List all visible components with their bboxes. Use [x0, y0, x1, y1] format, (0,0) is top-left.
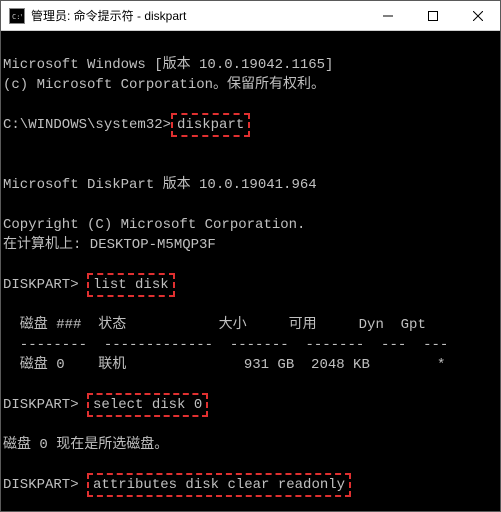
- maximize-button[interactable]: [410, 1, 455, 30]
- cmd-icon: C:\: [9, 8, 25, 24]
- titlebar[interactable]: C:\ 管理员: 命令提示符 - diskpart: [1, 1, 500, 31]
- prompt-text: DISKPART>: [3, 477, 87, 493]
- window-controls: [365, 1, 500, 30]
- table-header: 磁盘 ### 状态 大小 可用 Dyn Gpt: [3, 315, 498, 335]
- highlighted-command: select disk 0: [87, 393, 208, 417]
- highlighted-command: diskpart: [171, 113, 250, 137]
- console-line: 在计算机上: DESKTOP-M5MQP3F: [3, 235, 498, 255]
- prompt-text: DISKPART>: [3, 277, 87, 293]
- window-title: 管理员: 命令提示符 - diskpart: [31, 7, 365, 24]
- console-line: Copyright (C) Microsoft Corporation.: [3, 215, 498, 235]
- table-row: 磁盘 0 联机 931 GB 2048 KB *: [3, 355, 498, 375]
- prompt-text: C:\WINDOWS\system32>: [3, 117, 171, 133]
- console-line: DISKPART> list disk: [3, 275, 498, 295]
- console-line: Microsoft DiskPart 版本 10.0.19041.964: [3, 175, 498, 195]
- close-button[interactable]: [455, 1, 500, 30]
- console-line: DISKPART> select disk 0: [3, 395, 498, 415]
- table-divider: -------- ------------- ------- ------- -…: [3, 335, 498, 355]
- highlighted-command: list disk: [87, 273, 175, 297]
- console-line: DISKPART> attributes disk clear readonly: [3, 475, 498, 495]
- console-line: 磁盘 0 现在是所选磁盘。: [3, 435, 498, 455]
- svg-text:C:\: C:\: [12, 13, 22, 21]
- console-line: Microsoft Windows [版本 10.0.19042.1165]: [3, 55, 498, 75]
- console-output[interactable]: Microsoft Windows [版本 10.0.19042.1165](c…: [1, 31, 500, 511]
- cmd-window: C:\ 管理员: 命令提示符 - diskpart Microsoft Wind…: [0, 0, 501, 512]
- highlighted-command: attributes disk clear readonly: [87, 473, 351, 497]
- minimize-button[interactable]: [365, 1, 410, 30]
- prompt-text: DISKPART>: [3, 397, 87, 413]
- console-line: (c) Microsoft Corporation。保留所有权利。: [3, 75, 498, 95]
- console-line: C:\WINDOWS\system32>diskpart: [3, 115, 498, 135]
